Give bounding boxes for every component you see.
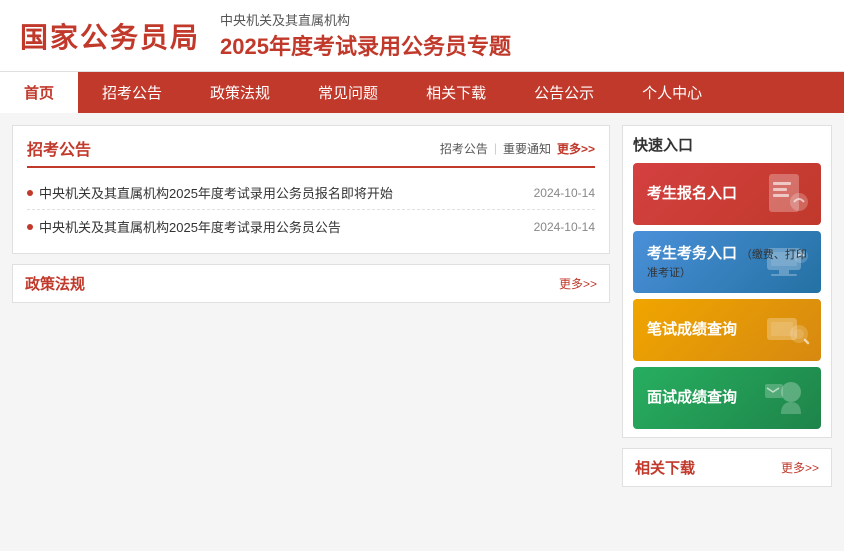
filter-zhongyaotongzhi[interactable]: 重要通知 (503, 140, 551, 157)
quick-btn-icon (761, 372, 813, 424)
quick-access-title: 快速入口 (633, 134, 821, 155)
header-subtitle: 中央机关及其直属机构 (220, 10, 511, 29)
page-header: 国家公务员局 中央机关及其直属机构 2025年度考试录用公务员专题 (0, 0, 844, 72)
filter-divider: | (494, 141, 497, 155)
download-section: 相关下载 更多>> (622, 448, 832, 487)
quick-btn-0[interactable]: 考生报名入口 (633, 163, 821, 225)
announcement-header: 招考公告 招考公告 | 重要通知 更多>> (27, 136, 595, 168)
quick-btn-label-block: 考生考务入口 （缴费、打印准考证） (647, 244, 807, 281)
quick-btn-label: 考生报名入口 (647, 185, 737, 202)
news-bullet (27, 224, 33, 230)
policy-title: 政策法规 (25, 273, 85, 294)
download-header: 相关下载 更多>> (635, 457, 819, 478)
download-title: 相关下载 (635, 457, 695, 478)
main-content: 招考公告 招考公告 | 重要通知 更多>> 中央机关及其直属机构2025年度考试… (0, 113, 844, 499)
site-logo: 国家公务员局 (20, 16, 200, 56)
quick-buttons: 考生报名入口 考生考务入口 （缴费、打印准考证） 笔试成绩查询 面试成绩查询 (633, 163, 821, 429)
quick-btn-label-block: 笔试成绩查询 (647, 320, 737, 340)
nav-item-相关下载[interactable]: 相关下载 (402, 72, 510, 113)
main-nav: 首页招考公告政策法规常见问题相关下载公告公示个人中心 (0, 72, 844, 113)
news-item: 中央机关及其直属机构2025年度考试录用公务员报名即将开始 2024-10-14 (27, 176, 595, 210)
policy-section: 政策法规 更多>> (12, 264, 610, 303)
nav-item-个人中心[interactable]: 个人中心 (618, 72, 726, 113)
quick-btn-1[interactable]: 考生考务入口 （缴费、打印准考证） (633, 231, 821, 293)
news-title[interactable]: 中央机关及其直属机构2025年度考试录用公务员报名即将开始 (39, 183, 393, 202)
quick-btn-label: 面试成绩查询 (647, 389, 737, 406)
policy-header: 政策法规 更多>> (25, 273, 597, 294)
news-title[interactable]: 中央机关及其直属机构2025年度考试录用公务员公告 (39, 217, 341, 236)
nav-item-招考公告[interactable]: 招考公告 (78, 72, 186, 113)
nav-item-公告公示[interactable]: 公告公示 (510, 72, 618, 113)
news-bullet (27, 190, 33, 196)
quick-btn-2[interactable]: 笔试成绩查询 (633, 299, 821, 361)
bottom-sections: 政策法规 更多>> (12, 264, 610, 303)
quick-btn-label-block: 面试成绩查询 (647, 388, 737, 408)
announcement-more-link[interactable]: 更多>> (557, 140, 595, 157)
quick-btn-icon (761, 168, 813, 220)
quick-btn-label: 笔试成绩查询 (647, 321, 737, 338)
quick-btn-label: 考生考务入口 (647, 245, 737, 262)
quick-btn-3[interactable]: 面试成绩查询 (633, 367, 821, 429)
download-more-link[interactable]: 更多>> (781, 459, 819, 476)
news-item: 中央机关及其直属机构2025年度考试录用公务员公告 2024-10-14 (27, 210, 595, 243)
quick-access-box: 快速入口 考生报名入口 考生考务入口 （缴费、打印准考证） 笔试成绩查询 (622, 125, 832, 438)
filter-zhaokaogonggao[interactable]: 招考公告 (440, 140, 488, 157)
header-main-title: 2025年度考试录用公务员专题 (220, 29, 511, 61)
right-panel: 快速入口 考生报名入口 考生考务入口 （缴费、打印准考证） 笔试成绩查询 (622, 125, 832, 487)
announcement-filters: 招考公告 | 重要通知 更多>> (440, 140, 595, 157)
policy-more-link[interactable]: 更多>> (559, 275, 597, 292)
news-item-left: 中央机关及其直属机构2025年度考试录用公务员报名即将开始 (27, 183, 393, 202)
nav-item-常见问题[interactable]: 常见问题 (294, 72, 402, 113)
header-title-block: 中央机关及其直属机构 2025年度考试录用公务员专题 (220, 10, 511, 61)
left-panel: 招考公告 招考公告 | 重要通知 更多>> 中央机关及其直属机构2025年度考试… (12, 125, 610, 487)
nav-item-政策法规[interactable]: 政策法规 (186, 72, 294, 113)
announcement-section: 招考公告 招考公告 | 重要通知 更多>> 中央机关及其直属机构2025年度考试… (12, 125, 610, 254)
nav-item-首页[interactable]: 首页 (0, 72, 78, 113)
news-date: 2024-10-14 (534, 220, 595, 234)
quick-btn-icon (761, 304, 813, 356)
news-date: 2024-10-14 (534, 186, 595, 200)
announcement-title: 招考公告 (27, 136, 91, 160)
news-list: 中央机关及其直属机构2025年度考试录用公务员报名即将开始 2024-10-14… (27, 176, 595, 243)
news-item-left: 中央机关及其直属机构2025年度考试录用公务员公告 (27, 217, 341, 236)
quick-btn-label-block: 考生报名入口 (647, 184, 737, 204)
